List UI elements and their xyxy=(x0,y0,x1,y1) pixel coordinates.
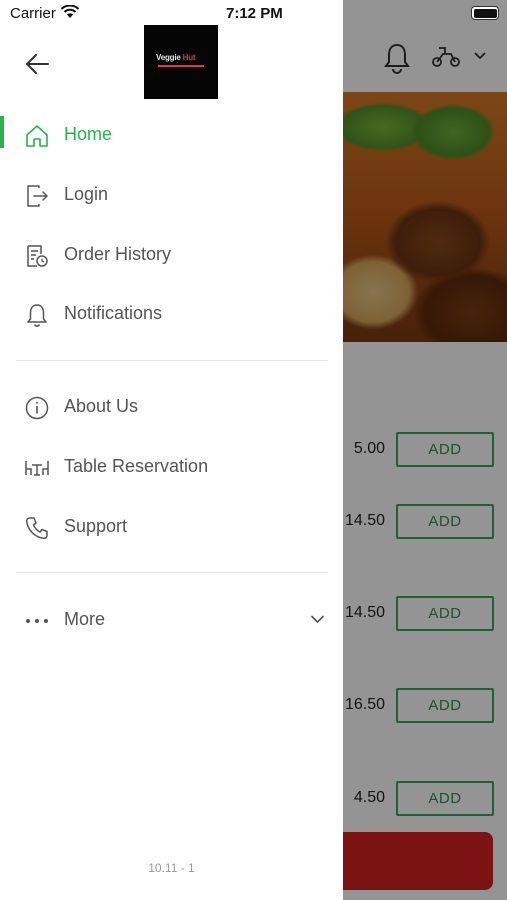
table-icon xyxy=(25,461,49,476)
menu-divider xyxy=(16,360,328,361)
menu-label: Table Reservation xyxy=(64,456,209,476)
menu-label: About Us xyxy=(64,396,139,416)
menu-item-notifications[interactable]: Notifications xyxy=(0,292,343,336)
logo-text-accent: Hut xyxy=(182,53,196,62)
menu-item-more[interactable]: More xyxy=(0,598,343,642)
status-time: 7:12 PM xyxy=(226,5,283,22)
logo-text: Veggie xyxy=(156,53,181,62)
bell-icon xyxy=(27,304,47,327)
wifi-icon xyxy=(60,5,80,18)
menu-item-about-us[interactable]: About Us xyxy=(0,385,343,429)
menu-item-order-history[interactable]: Order History xyxy=(0,233,343,277)
menu-label: Notifications xyxy=(64,303,163,323)
back-arrow-icon[interactable] xyxy=(22,50,54,78)
home-icon xyxy=(26,125,48,147)
battery-icon xyxy=(471,6,499,20)
menu-item-login[interactable]: Login xyxy=(0,173,343,217)
menu-label: Order History xyxy=(64,244,172,264)
menu-label: More xyxy=(64,609,106,629)
menu-item-table-reservation[interactable]: Table Reservation xyxy=(0,445,343,489)
menu-label: Home xyxy=(64,124,113,144)
navigation-drawer: Veggie Hut Home Login Order History Noti… xyxy=(0,0,343,900)
login-icon xyxy=(27,185,48,207)
order-history-icon xyxy=(27,245,48,267)
menu-item-support[interactable]: Support xyxy=(0,505,343,549)
status-bar: Carrier 7:12 PM xyxy=(0,0,507,28)
carrier-label: Carrier xyxy=(10,5,56,22)
drawer-overlay[interactable] xyxy=(343,0,507,900)
app-version: 10.11 - 1 xyxy=(148,861,195,875)
more-dots-icon xyxy=(26,619,48,623)
restaurant-logo: Veggie Hut xyxy=(144,25,218,99)
menu-divider xyxy=(16,572,328,573)
phone-icon xyxy=(25,517,48,540)
menu-label: Login xyxy=(64,184,109,204)
chevron-down-icon[interactable] xyxy=(311,615,324,624)
menu-label: Support xyxy=(64,516,128,536)
menu-item-home[interactable]: Home xyxy=(0,113,343,157)
active-indicator xyxy=(0,116,4,148)
info-icon xyxy=(25,396,49,420)
